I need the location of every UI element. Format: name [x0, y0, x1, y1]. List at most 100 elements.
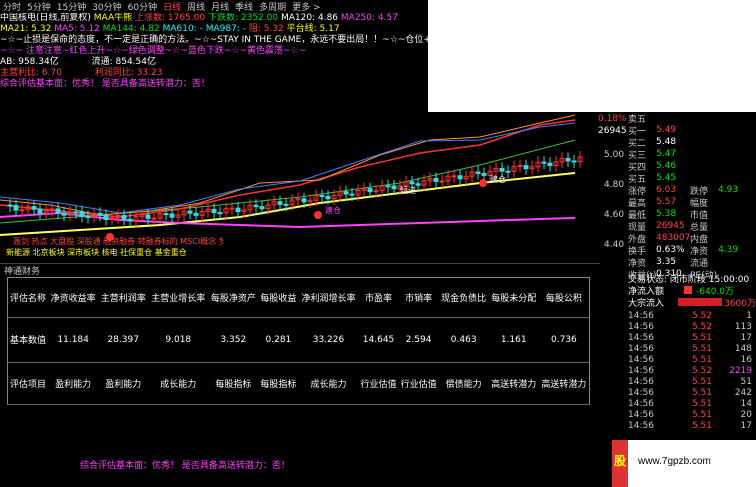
tick-row: 14:56 5.51 17 — [628, 420, 752, 431]
ma21-label: MA21: 5.32 — [0, 24, 52, 34]
value-cell: 基本数值 — [7, 317, 49, 363]
ma120-label: MA120: 4.86 — [280, 13, 339, 23]
period-tab-3[interactable]: 30分钟 — [92, 0, 121, 13]
concept-tags-2: 新能源 北京板块 深市板块 核电 社保重仓 基金重仓 — [6, 248, 187, 257]
profit-yoy: 利润同比: 33.23 — [94, 68, 163, 78]
order-book-row: 卖五 — [628, 112, 756, 125]
value-cell: 1.161 — [488, 317, 539, 363]
value-cell: 14.645 — [358, 317, 399, 363]
eval-cell: 评估项目 — [7, 362, 49, 406]
eval-cell: 行业估值 — [358, 362, 399, 406]
signal-marker — [479, 179, 487, 187]
header-cell: 净资收益率 — [48, 277, 99, 319]
quote-stat-row: 最低 5.38 市值 — [628, 209, 709, 221]
candle — [37, 208, 43, 214]
order-book-row: 买四 5.46 — [628, 160, 756, 173]
marker-jiancang-2: 建仓 — [490, 174, 506, 184]
eval-cell: 高送转潜力 — [488, 362, 539, 406]
eval-cell: 成长能力 — [148, 362, 209, 406]
quote-panel: 卖五 买一 5.49 买二 5.48 买三 5.47 买四 5.46 买五 5.45 涨停 6.03 跌停… — [628, 112, 756, 281]
period-tab-2[interactable]: 15分钟 — [57, 0, 86, 13]
tick-row: 14:56 5.51 51 — [628, 376, 752, 387]
period-tab-1[interactable]: 5分钟 — [27, 0, 51, 13]
period-tab-7[interactable]: 月线 — [211, 0, 229, 13]
tick-row: 14:56 5.51 148 — [628, 343, 752, 354]
color-legend-line: ~☆~ 注意注意~红色上升~☆~绿色调整~☆~蓝色下跌~☆~黄色震荡~☆~ — [0, 46, 307, 56]
candle — [391, 185, 397, 190]
candle — [187, 210, 193, 214]
order-book-row: 买五 5.45 — [628, 172, 756, 185]
motto-line: ~☆~止损是保命的态度，不一定是正确的方法。~☆~STAY IN THE GAM… — [0, 35, 430, 45]
tick-row: 14:56 5.52 2219 — [628, 365, 752, 376]
period-tab-10[interactable]: 更多 > — [292, 0, 320, 13]
candle — [127, 218, 133, 222]
candles-group — [7, 150, 583, 227]
value-cell: 0.463 — [438, 317, 489, 363]
header-cell: 每股净资产 — [208, 277, 259, 319]
candle — [163, 213, 169, 216]
order-book-row: 买二 5.48 — [628, 136, 756, 149]
pct-label: 0.18% — [598, 114, 627, 124]
period-tab-9[interactable]: 多周期 — [259, 0, 286, 13]
period-tab-6[interactable]: 周线 — [187, 0, 205, 13]
candle — [541, 161, 547, 164]
period-tab-4[interactable]: 60分钟 — [128, 0, 157, 13]
ma-line-blue — [0, 122, 576, 214]
big-value: 3600万 — [724, 298, 756, 309]
candle — [499, 167, 505, 172]
candle — [517, 165, 523, 168]
candle — [547, 162, 553, 167]
candle — [385, 185, 391, 188]
eval-cell: 盈利能力 — [98, 362, 149, 406]
candle — [73, 211, 79, 214]
period-tab-0[interactable]: 分时 — [3, 0, 21, 13]
price-axis: 0.18% 26945 5.00 4.80 4.60 4.40 — [578, 112, 628, 262]
order-price: 5.46 — [656, 161, 677, 171]
ma-line-magenta — [0, 211, 576, 229]
down-count: 下跌数: 2352.00 — [207, 13, 279, 23]
quote-stat-row: 现量 26945 总量 — [628, 221, 709, 233]
period-tab-5[interactable]: 日线 — [163, 0, 181, 13]
quote-stat-row: 换手 0.63% 净资 4.39 — [628, 245, 739, 257]
candle — [19, 209, 25, 212]
candle — [367, 188, 373, 193]
candle — [481, 172, 487, 176]
concept-tags: 轰剑 热点 大盘股 深股通 融资融券 转融券标的 MSCI概念 罗素大盘 沪股通 — [13, 237, 223, 246]
header-cell: 每股未分配 — [488, 277, 539, 319]
tick-row: 14:56 5.51 242 — [628, 387, 752, 398]
candle — [277, 201, 283, 205]
up-count: 上涨数: 1765.00 — [134, 13, 206, 23]
axis-tick: 4.40 — [604, 240, 625, 250]
candle — [211, 208, 217, 214]
period-tab-8[interactable]: 季线 — [235, 0, 253, 13]
candle — [301, 198, 307, 203]
signal-marker — [314, 211, 322, 219]
candle — [145, 214, 151, 219]
value-cell: 9.018 — [148, 317, 209, 363]
order-price: 5.45 — [656, 173, 677, 183]
finance-table: 评估名称 净资收益率 主营利润率 主营业增长率 每股净资产 每股收益 净利润增长率 市盈率 市销… — [7, 277, 590, 406]
header-cell: 每股公积 — [538, 277, 590, 319]
eval-cell: 高送转潜力 — [538, 362, 590, 406]
candle — [151, 217, 157, 220]
candle — [433, 177, 439, 182]
order-price: 5.48 — [656, 137, 677, 147]
candle — [229, 207, 235, 210]
ma610-label: MA610: - — [162, 24, 203, 34]
quote-stat-row: 外盘 483007 内盘 — [628, 233, 709, 245]
candle — [217, 212, 223, 215]
candle — [523, 165, 529, 170]
candle — [169, 213, 175, 218]
netin-bar — [684, 286, 692, 294]
ma144-label: MA144: 4.82 — [102, 24, 160, 34]
watermark: www.7gpzb.com — [628, 440, 756, 487]
bottom-note: 综合评估基本面：优秀！ 是否具备高送转潜力：否！ — [80, 461, 290, 471]
header-cell: 每股收益 — [258, 277, 299, 319]
candle — [505, 170, 511, 173]
candle — [193, 212, 199, 216]
value-cell: 2.594 — [398, 317, 439, 363]
eval-cell: 每股指标 — [258, 362, 299, 406]
logo: 股 — [612, 440, 628, 487]
candle — [55, 208, 61, 214]
period-toolbar: 分时 5分钟 15分钟 30分钟 60分钟 日线 周线 月线 季线 多周期 更多 > — [0, 0, 430, 13]
